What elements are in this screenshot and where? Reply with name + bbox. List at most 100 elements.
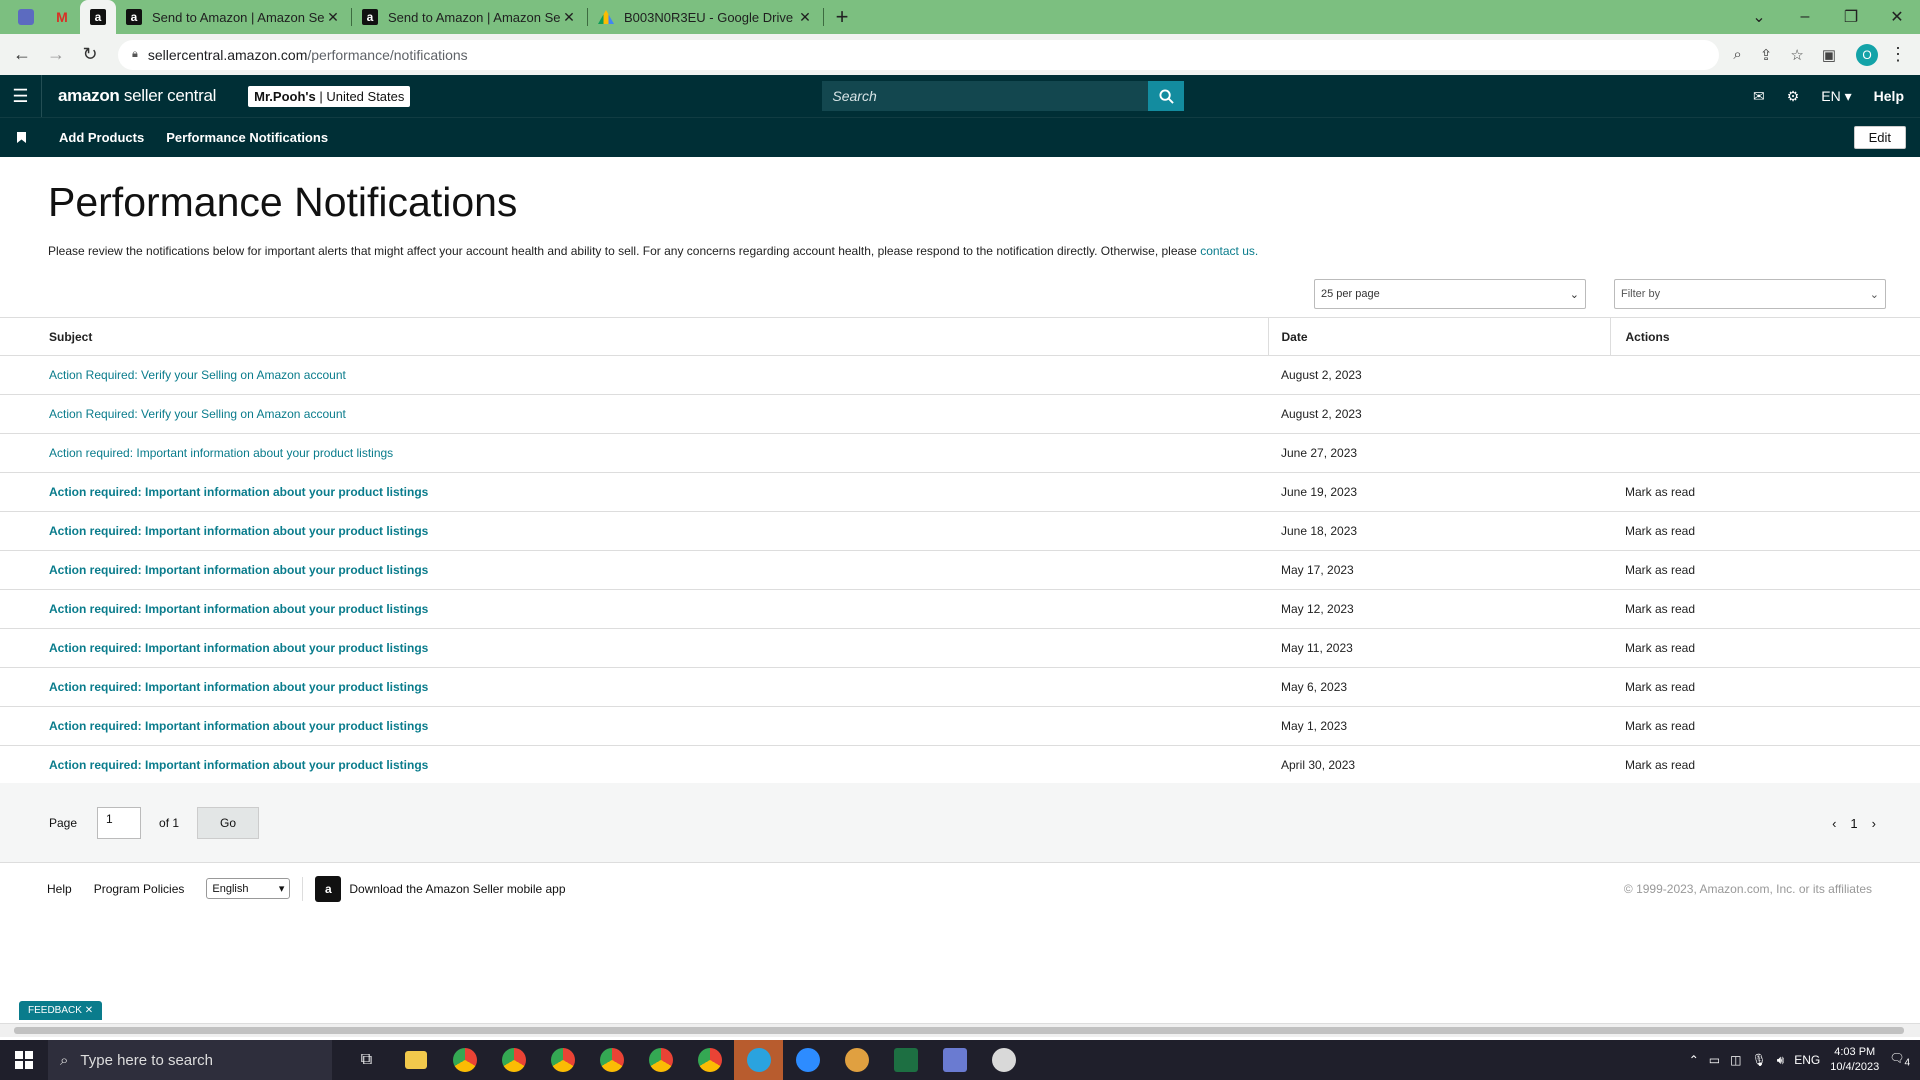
contact-us-link[interactable]: contact us. <box>1200 244 1258 258</box>
input-language[interactable]: ENG <box>1794 1053 1820 1067</box>
close-icon[interactable]: ✕ <box>325 9 341 26</box>
table-row: Action required: Important information a… <box>0 511 1920 551</box>
close-window-button[interactable]: ✕ <box>1874 0 1920 34</box>
close-icon[interactable]: ✕ <box>85 1005 93 1016</box>
task-view-icon[interactable]: ⧉ <box>342 1040 391 1080</box>
chrome-profile-icon[interactable] <box>587 1040 636 1080</box>
seller-central-logo[interactable]: amazon seller central <box>58 86 216 106</box>
chrome-profile-icon[interactable] <box>538 1040 587 1080</box>
amazon-app-icon[interactable]: a <box>315 875 342 902</box>
tab-amazon-pinned[interactable]: a <box>80 0 116 34</box>
horizontal-scrollbar[interactable] <box>0 1023 1920 1037</box>
page-number-input[interactable]: 1 <box>97 807 142 839</box>
subnav-add-products[interactable]: Add Products <box>59 130 144 145</box>
profile-avatar[interactable]: O <box>1856 43 1878 66</box>
chrome-profile-icon[interactable] <box>685 1040 734 1080</box>
per-page-select[interactable]: 25 per page ⌄ <box>1314 279 1586 309</box>
gear-icon[interactable]: ⚙ <box>1787 88 1800 105</box>
url-field[interactable]: 🔒︎ sellercentral.amazon.com/performance/… <box>118 39 1720 70</box>
back-arrow-icon[interactable]: ← <box>8 41 36 69</box>
volume-icon[interactable]: 🔊︎ <box>1777 1053 1785 1068</box>
footer-program-policies-link[interactable]: Program Policies <box>94 882 185 896</box>
subnav-performance-notifications[interactable]: Performance Notifications <box>166 130 328 145</box>
file-explorer-icon[interactable] <box>391 1040 440 1080</box>
taskbar-clock[interactable]: 4:03 PM 10/4/2023 <box>1830 1045 1879 1075</box>
network-icon[interactable]: ▭ <box>1709 1053 1720 1067</box>
chrome-profile-icon[interactable] <box>489 1040 538 1080</box>
windows-start-icon[interactable] <box>0 1040 48 1080</box>
camera-icon[interactable]: ◫ <box>1730 1053 1741 1067</box>
bookmark-icon[interactable] <box>0 132 42 143</box>
notification-subject-link[interactable]: Action required: Important information a… <box>49 602 428 616</box>
excel-icon[interactable] <box>881 1040 930 1080</box>
side-panel-icon[interactable]: ▣ <box>1822 46 1836 64</box>
search-button[interactable] <box>1148 81 1185 111</box>
notification-subject-link[interactable]: Action Required: Verify your Selling on … <box>49 368 346 382</box>
notification-subject-link[interactable]: Action required: Important information a… <box>49 485 428 499</box>
zoom-app-icon[interactable] <box>783 1040 832 1080</box>
app-icon[interactable] <box>979 1040 1028 1080</box>
microphone-icon[interactable]: 🎙︎ <box>1751 1053 1766 1067</box>
new-tab-button[interactable]: + <box>824 0 860 34</box>
mark-as-read-button[interactable]: Mark as read <box>1625 719 1695 733</box>
mark-as-read-button[interactable]: Mark as read <box>1625 758 1695 772</box>
share-icon[interactable]: ⇪ <box>1760 46 1773 64</box>
filter-select[interactable]: Filter by ⌄ <box>1614 279 1886 309</box>
chevron-left-icon[interactable]: ‹ <box>1832 816 1836 831</box>
footer-help-link[interactable]: Help <box>47 882 72 896</box>
edit-button[interactable]: Edit <box>1853 126 1906 149</box>
chrome-profile-icon[interactable] <box>636 1040 685 1080</box>
footer-language-select[interactable]: English ▾ <box>206 878 291 899</box>
tab-send-to-amazon-1[interactable]: a Send to Amazon | Amazon Seller Central… <box>116 0 351 34</box>
notification-subject-link[interactable]: Action required: Important information a… <box>49 680 428 694</box>
notifications-icon[interactable]: 🗨︎4 <box>1889 1051 1910 1068</box>
mail-icon[interactable]: ✉ <box>1753 88 1765 105</box>
download-app-link[interactable]: Download the Amazon Seller mobile app <box>349 882 565 896</box>
notification-subject-link[interactable]: Action required: Important information a… <box>49 446 393 460</box>
restore-button[interactable]: ❐ <box>1828 0 1874 34</box>
help-link[interactable]: Help <box>1874 88 1904 104</box>
header-subject[interactable]: Subject <box>0 317 1268 356</box>
search-input[interactable] <box>822 81 1149 111</box>
chrome-icon[interactable] <box>440 1040 489 1080</box>
feedback-button[interactable]: FEEDBACK ✕ <box>19 1001 103 1020</box>
telegram-icon[interactable] <box>734 1040 783 1080</box>
app-icon[interactable] <box>832 1040 881 1080</box>
mark-as-read-button[interactable]: Mark as read <box>1625 524 1695 538</box>
close-icon[interactable]: ✕ <box>561 9 577 26</box>
mark-as-read-button[interactable]: Mark as read <box>1625 641 1695 655</box>
scrollbar-thumb[interactable] <box>14 1027 1904 1034</box>
chevron-right-icon[interactable]: › <box>1872 816 1876 831</box>
go-button[interactable]: Go <box>197 807 260 839</box>
mark-as-read-button[interactable]: Mark as read <box>1625 563 1695 577</box>
notification-subject-link[interactable]: Action required: Important information a… <box>49 641 428 655</box>
notification-subject-link[interactable]: Action Required: Verify your Selling on … <box>49 407 346 421</box>
calculator-icon[interactable] <box>930 1040 979 1080</box>
taskbar-search[interactable]: ⌕ Type here to search <box>48 1040 332 1080</box>
tab-gmail-icon[interactable]: M <box>44 0 80 34</box>
tab-search-chevron-icon[interactable]: ⌄ <box>1736 0 1782 34</box>
notification-subject-link[interactable]: Action required: Important information a… <box>49 719 428 733</box>
header-date[interactable]: Date <box>1267 317 1610 356</box>
bookmark-star-icon[interactable]: ☆ <box>1790 46 1803 64</box>
chevron-up-icon[interactable]: ⌃ <box>1689 1053 1699 1067</box>
browser-menu-icon[interactable]: ⋮ <box>1884 41 1912 69</box>
tab-google-drive[interactable]: B003N0R3EU - Google Drive ✕ <box>588 0 823 34</box>
mark-as-read-button[interactable]: Mark as read <box>1625 680 1695 694</box>
notification-subject-link[interactable]: Action required: Important information a… <box>49 758 428 772</box>
store-selector[interactable]: Mr.Pooh's | United States <box>248 85 411 107</box>
zoom-icon[interactable]: ⌕ <box>1733 46 1741 64</box>
mark-as-read-button[interactable]: Mark as read <box>1625 485 1695 499</box>
reload-icon[interactable]: ↻ <box>76 41 104 69</box>
hamburger-menu-icon[interactable]: ☰ <box>0 75 42 117</box>
tab-send-to-amazon-2[interactable]: a Send to Amazon | Amazon Seller Central… <box>352 0 587 34</box>
minimize-button[interactable]: – <box>1782 0 1828 34</box>
mark-as-read-button[interactable]: Mark as read <box>1625 602 1695 616</box>
tab-search-icon[interactable] <box>8 0 44 34</box>
language-selector[interactable]: EN ▾ <box>1821 88 1851 105</box>
forward-arrow-icon[interactable]: → <box>42 41 70 69</box>
current-page[interactable]: 1 <box>1850 816 1857 831</box>
notification-subject-link[interactable]: Action required: Important information a… <box>49 563 428 577</box>
close-icon[interactable]: ✕ <box>797 9 813 26</box>
notification-subject-link[interactable]: Action required: Important information a… <box>49 524 428 538</box>
